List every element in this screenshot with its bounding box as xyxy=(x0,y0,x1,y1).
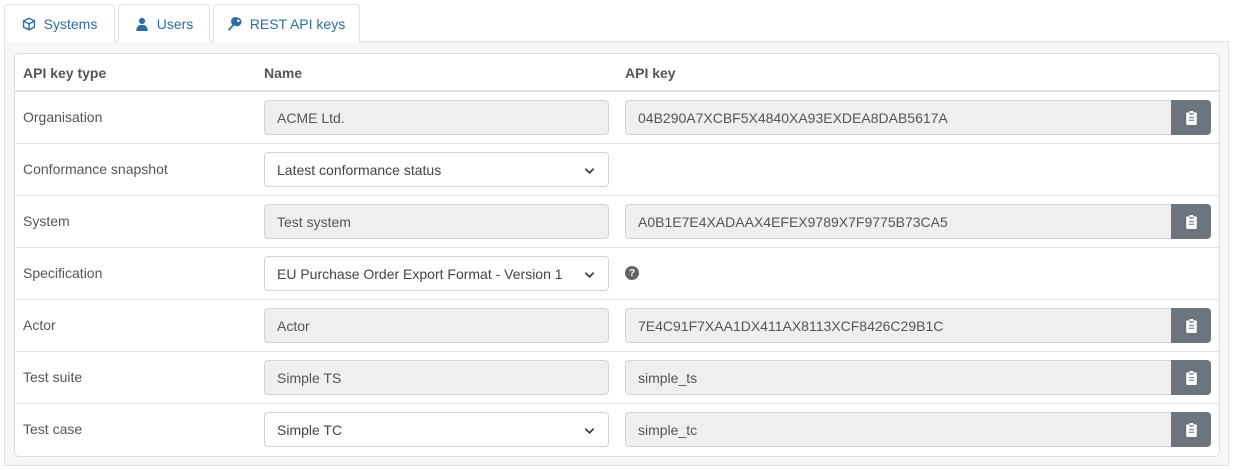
copy-button[interactable] xyxy=(1171,204,1211,239)
row-label: Organisation xyxy=(23,109,103,125)
select-value: Latest conformance status xyxy=(277,161,442,178)
api-key-group: 04B290A7XCBF5X4840XA93EXDEA8DAB5617A xyxy=(625,100,1211,135)
row-label: Test suite xyxy=(23,369,83,385)
row-label: System xyxy=(23,213,70,229)
table-row: Specification EU Purchase Order Export F… xyxy=(15,248,1219,300)
copy-button[interactable] xyxy=(1171,412,1211,447)
table-row: Test case Simple TC simple_tc xyxy=(15,404,1219,456)
tab-users[interactable]: Users xyxy=(118,4,210,42)
chevron-down-icon xyxy=(584,272,595,278)
row-label: Actor xyxy=(23,317,56,333)
table-header: API key type Name API key xyxy=(15,54,1219,92)
name-field: Test system xyxy=(264,204,609,239)
specification-select[interactable]: EU Purchase Order Export Format - Versio… xyxy=(264,256,609,291)
tab-rest-api-keys[interactable]: REST API keys xyxy=(213,4,360,43)
api-key-value[interactable]: simple_tc xyxy=(625,412,1171,447)
table-row: Actor Actor 7E4C91F7XAA1DX411AX8113XCF84… xyxy=(15,300,1219,352)
header-api-key-type: API key type xyxy=(23,65,107,81)
select-value: EU Purchase Order Export Format - Versio… xyxy=(277,265,563,282)
chevron-down-icon xyxy=(584,428,595,434)
name-field: ACME Ltd. xyxy=(264,100,609,135)
test-case-select[interactable]: Simple TC xyxy=(264,412,609,447)
key-icon xyxy=(228,17,242,31)
tab-users-label: Users xyxy=(156,15,194,32)
cube-icon xyxy=(22,16,35,31)
table-row: Test suite Simple TS simple_ts xyxy=(15,352,1219,404)
tab-rest-api-keys-label: REST API keys xyxy=(249,16,346,32)
table-row: System Test system A0B1E7E4XADAAX4EFEX97… xyxy=(15,196,1219,248)
clipboard-icon xyxy=(1185,214,1197,229)
clipboard-icon xyxy=(1185,370,1197,385)
tab-bar: Systems Users REST API keys xyxy=(4,4,1229,43)
table-row: Organisation ACME Ltd. 04B290A7XCBF5X484… xyxy=(15,92,1219,144)
select-value: Simple TC xyxy=(277,421,343,438)
name-field: Simple TS xyxy=(264,360,609,395)
copy-button[interactable] xyxy=(1171,100,1211,135)
table-row: Conformance snapshot Latest conformance … xyxy=(15,144,1219,196)
api-key-value[interactable]: 04B290A7XCBF5X4840XA93EXDEA8DAB5617A xyxy=(625,100,1171,135)
row-label: Specification xyxy=(23,265,103,281)
clipboard-icon xyxy=(1185,110,1197,125)
tab-systems-label: Systems xyxy=(43,15,98,32)
tab-systems[interactable]: Systems xyxy=(4,4,115,42)
header-api-key: API key xyxy=(625,65,676,81)
api-key-group: simple_ts xyxy=(625,360,1211,395)
api-key-value[interactable]: simple_ts xyxy=(625,360,1171,395)
clipboard-icon xyxy=(1185,422,1197,437)
api-key-group: 7E4C91F7XAA1DX411AX8113XCF8426C29B1C xyxy=(625,308,1211,343)
chevron-down-icon xyxy=(584,168,595,174)
clipboard-icon xyxy=(1185,318,1197,333)
api-key-group: A0B1E7E4XADAAX4EFEX9789X7F9775B73CA5 xyxy=(625,204,1211,239)
api-key-value[interactable]: 7E4C91F7XAA1DX411AX8113XCF8426C29B1C xyxy=(625,308,1171,343)
api-keys-table: API key type Name API key Organisation A… xyxy=(14,53,1220,457)
help-icon[interactable]: ? xyxy=(625,266,639,280)
row-label: Test case xyxy=(23,421,83,437)
api-key-group: simple_tc xyxy=(625,412,1211,447)
copy-button[interactable] xyxy=(1171,308,1211,343)
snapshot-select[interactable]: Latest conformance status xyxy=(264,152,609,187)
name-field: Actor xyxy=(264,308,609,343)
user-icon xyxy=(136,17,148,31)
api-key-value[interactable]: A0B1E7E4XADAAX4EFEX9789X7F9775B73CA5 xyxy=(625,204,1171,239)
header-name: Name xyxy=(264,65,303,81)
row-label: Conformance snapshot xyxy=(23,161,168,177)
copy-button[interactable] xyxy=(1171,360,1211,395)
